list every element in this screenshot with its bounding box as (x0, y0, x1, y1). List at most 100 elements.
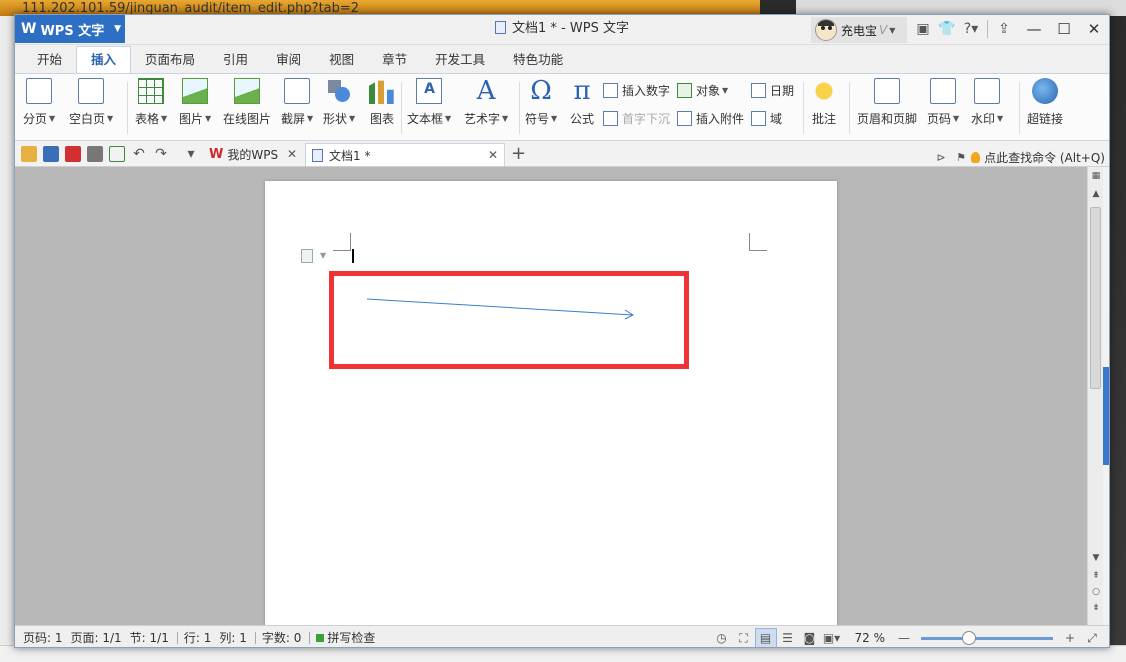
page-number-button[interactable]: 页码 ▼ (927, 78, 959, 126)
print-preview-icon[interactable] (109, 146, 125, 162)
tab-review[interactable]: 审阅 (262, 47, 315, 73)
page-number-icon (930, 78, 957, 104)
word-art-button[interactable]: A 艺术字 ▼ (464, 78, 508, 126)
chart-button[interactable]: 图表 (369, 78, 395, 126)
close-icon[interactable]: ✕ (287, 147, 297, 161)
title-bar: W WPS 文字 ▼ 文档1 * - WPS 文字 充电宝 V ▼ ▣ 👕 ?▾… (15, 15, 1109, 45)
skin-icon[interactable]: ▣ (911, 17, 935, 41)
wps-logo-icon: W (209, 147, 224, 162)
page-view-icon[interactable]: ▤ (754, 628, 777, 647)
picture-button[interactable]: 图片 ▼ (179, 78, 211, 126)
scroll-down-icon[interactable]: ▼ (1091, 553, 1101, 563)
doc-tab-document1[interactable]: 文档1 * ✕ (305, 143, 505, 166)
scroll-up-icon[interactable]: ▲ (1091, 189, 1101, 199)
tab-references[interactable]: 引用 (209, 47, 262, 73)
zoom-in-icon[interactable]: + (1059, 628, 1081, 647)
fullscreen-icon[interactable]: ⛶ (733, 628, 755, 647)
screenshot-button[interactable]: 截屏 ▼ (281, 78, 313, 126)
formula-button[interactable]: π 公式 (569, 78, 595, 126)
redo-icon[interactable]: ↷ (153, 146, 169, 162)
tab-view[interactable]: 视图 (315, 47, 368, 73)
prev-page-icon[interactable]: ⇞ (1091, 571, 1101, 581)
watermark-button[interactable]: 水印 ▼ (971, 78, 1003, 126)
tab-chapter[interactable]: 章节 (368, 47, 421, 73)
lightbulb-icon (971, 151, 981, 163)
vertical-scrollbar[interactable]: ▦ ▲ ▼ ⇞ ○ ⇟ (1087, 167, 1103, 625)
doc-tab-my-wps[interactable]: W 我的WPS ✕ (203, 143, 303, 166)
fit-window-icon[interactable]: ⤢ (1081, 628, 1103, 647)
table-label: 表格 (135, 111, 160, 126)
maximize-button[interactable]: ☐ (1049, 15, 1079, 43)
tab-developer[interactable]: 开发工具 (421, 47, 499, 73)
export-pdf-icon[interactable] (65, 146, 81, 162)
chart-label: 图表 (369, 111, 394, 126)
insert-number-button[interactable]: 插入数字 (603, 80, 670, 100)
find-command[interactable]: ⊳ ⚑ 点此查找命令 (Alt+Q) (931, 145, 1105, 169)
select-browse-icon[interactable]: ○ (1091, 587, 1101, 597)
document-icon (312, 148, 323, 162)
screenshot-label: 截屏 (281, 111, 306, 126)
task-pane-handle[interactable] (1103, 367, 1109, 465)
user-account[interactable]: 充电宝 V ▼ (811, 17, 907, 43)
scroll-thumb[interactable] (1090, 207, 1101, 389)
text-box-button[interactable]: 文本框▼ (407, 78, 451, 126)
status-word-count[interactable]: 字数: 0 (262, 629, 302, 646)
document-page[interactable]: ▼ (265, 181, 837, 625)
new-tab-icon[interactable]: + (511, 143, 526, 164)
wps-w-icon: W (21, 21, 37, 37)
history-icon[interactable]: ◷ (711, 628, 733, 647)
insert-attachment-button[interactable]: 插入附件 (677, 108, 744, 128)
close-button[interactable]: ✕ (1079, 15, 1109, 43)
print-icon[interactable] (87, 146, 103, 162)
avatar (815, 19, 837, 41)
object-button[interactable]: 对象 ▼ (677, 80, 728, 100)
pi-icon: π (573, 76, 591, 106)
arrow-shape[interactable] (265, 181, 837, 625)
zoom-out-icon[interactable]: — (893, 628, 915, 647)
open-folder-icon[interactable] (21, 146, 37, 162)
tab-home[interactable]: 开始 (23, 47, 76, 73)
page-number-label: 页码 (927, 111, 952, 126)
tab-special[interactable]: 特色功能 (499, 47, 577, 73)
zoom-slider[interactable] (921, 630, 1053, 645)
spell-check-toggle[interactable]: 拼写检查 (316, 629, 375, 646)
table-button[interactable]: 表格 ▼ (135, 78, 167, 126)
divider (519, 82, 520, 134)
symbol-button[interactable]: Ω 符号 ▼ (525, 78, 557, 126)
next-page-icon[interactable]: ⇟ (1091, 603, 1101, 613)
document-icon (495, 21, 507, 34)
drop-cap-button[interactable]: 首字下沉 (603, 108, 670, 128)
comment-button[interactable]: 批注 (811, 78, 837, 126)
help-icon[interactable]: ?▾ (959, 17, 983, 41)
undo-icon[interactable]: ↶ (131, 146, 147, 162)
quick-access-toolbar: ↶ ↷ ▾ W 我的WPS ✕ 文档1 * ✕ + ⊳ ⚑ 点此查找命令 (Al… (15, 141, 1109, 167)
date-button[interactable]: 日期 (751, 80, 794, 100)
close-icon[interactable]: ✕ (488, 148, 498, 162)
shape-button[interactable]: 形状 ▼ (323, 78, 355, 126)
header-footer-button[interactable]: 页眉和页脚 (857, 78, 917, 126)
split-view-icon[interactable]: ▦ (1091, 171, 1101, 181)
tab-page-layout[interactable]: 页面布局 (131, 47, 209, 73)
tshirt-icon[interactable]: 👕 (935, 17, 959, 41)
zoom-slider-knob[interactable] (961, 630, 976, 645)
customize-dropdown-icon[interactable]: ▾ (183, 146, 199, 162)
outline-view-icon[interactable]: ☰ (777, 628, 799, 647)
tab-insert[interactable]: 插入 (76, 46, 132, 73)
field-button[interactable]: 域 (751, 108, 782, 128)
page-break-button[interactable]: 分页 ▼ (23, 78, 55, 126)
app-menu-button[interactable]: W WPS 文字 ▼ (15, 15, 125, 43)
upload-icon[interactable]: ⇪ (992, 17, 1016, 41)
blank-page-button[interactable]: 空白页 ▼ (69, 78, 113, 126)
web-view-icon[interactable]: ◙ (799, 628, 821, 647)
chart-icon (369, 80, 394, 104)
reading-mode-icon[interactable]: ▣▾ (821, 628, 843, 647)
save-icon[interactable] (43, 146, 59, 162)
divider (987, 20, 988, 38)
online-picture-button[interactable]: 在线图片 (223, 78, 271, 126)
hyperlink-button[interactable]: 超链接 (1027, 78, 1063, 126)
browser-left-edge (0, 16, 14, 662)
zoom-level[interactable]: 72 % (855, 631, 886, 645)
minimize-button[interactable]: — (1019, 15, 1049, 43)
display-icon[interactable]: ⊳ (931, 145, 951, 169)
flag-icon[interactable]: ⚑ (951, 145, 971, 169)
